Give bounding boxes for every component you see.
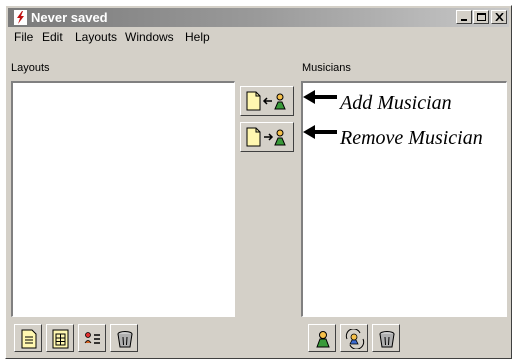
- layout-grid-icon: [52, 329, 69, 349]
- arrow-left-icon: [303, 90, 337, 104]
- maximize-icon: [477, 13, 486, 21]
- minimize-button[interactable]: [456, 10, 472, 24]
- musician-refresh-button[interactable]: [340, 324, 368, 352]
- add-musician-button[interactable]: [240, 86, 294, 116]
- add-musician-annotation: Add Musician: [340, 92, 452, 114]
- menu-file[interactable]: File: [14, 30, 33, 44]
- title-bar[interactable]: Never saved: [8, 8, 509, 27]
- lightning-icon: [14, 10, 27, 25]
- musician-button[interactable]: [308, 324, 336, 352]
- musician-icon: [316, 331, 330, 348]
- arrow-left-icon: [303, 125, 337, 139]
- add-musician-icon: [246, 91, 286, 111]
- layout-properties-button[interactable]: [78, 324, 106, 352]
- layouts-label: Layouts: [11, 62, 50, 74]
- layouts-list[interactable]: [11, 81, 235, 317]
- remove-musician-button[interactable]: [240, 122, 294, 152]
- delete-musician-button[interactable]: [372, 324, 400, 352]
- remove-musician-annotation: Remove Musician: [340, 127, 483, 149]
- menu-edit[interactable]: Edit: [42, 30, 63, 44]
- layout-grid-button[interactable]: [46, 324, 74, 352]
- new-layout-icon: [21, 329, 37, 349]
- musician-refresh-icon: [345, 329, 365, 349]
- app-window: Never saved File Edit Layouts Windows He…: [5, 5, 512, 359]
- remove-musician-icon: [246, 127, 286, 147]
- musicians-list[interactable]: [301, 81, 507, 317]
- new-layout-button[interactable]: [14, 324, 42, 352]
- delete-layout-button[interactable]: [110, 324, 138, 352]
- window-title: Never saved: [31, 10, 108, 25]
- close-button[interactable]: [491, 10, 507, 24]
- minimize-icon: [461, 19, 467, 21]
- musicians-label: Musicians: [302, 62, 351, 74]
- close-icon: [495, 13, 504, 21]
- menu-windows[interactable]: Windows: [125, 30, 174, 44]
- menu-bar: File Edit Layouts Windows Help: [8, 28, 508, 46]
- trash-icon: [379, 331, 395, 348]
- menu-layouts[interactable]: Layouts: [75, 30, 117, 44]
- trash-icon: [117, 331, 133, 348]
- maximize-button[interactable]: [473, 10, 489, 24]
- menu-help[interactable]: Help: [185, 30, 210, 44]
- layout-properties-icon: [84, 332, 100, 344]
